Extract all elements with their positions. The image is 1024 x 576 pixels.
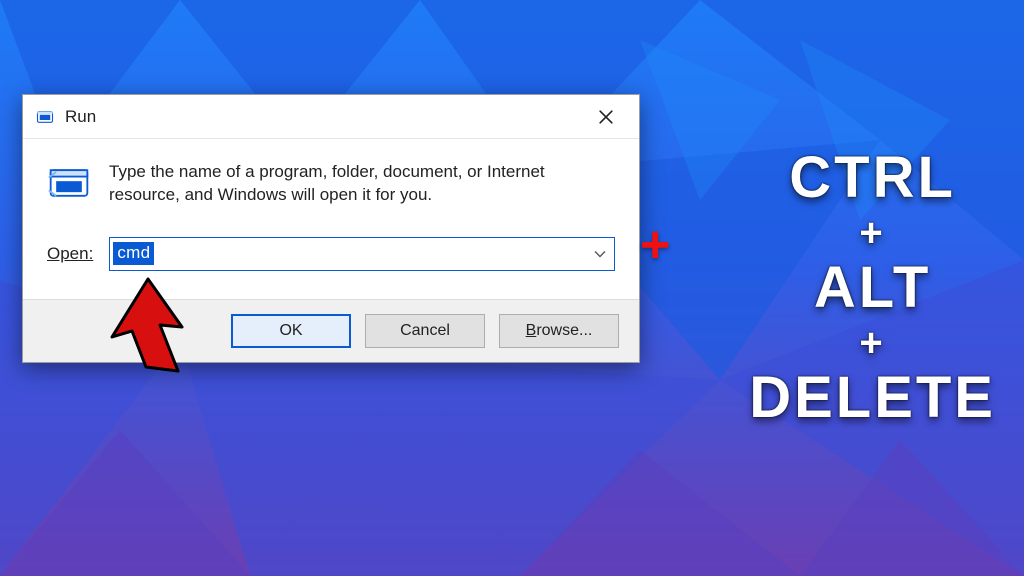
plus-sep-1: + <box>749 213 996 253</box>
plus-sep-2: + <box>749 323 996 363</box>
browse-button[interactable]: Browse... <box>499 314 619 348</box>
open-input-value[interactable]: cmd <box>113 242 154 265</box>
window-title: Run <box>65 107 583 127</box>
ok-button[interactable]: OK <box>231 314 351 348</box>
key-alt: ALT <box>749 259 996 317</box>
desktop-wallpaper: Run Type the name of a pro <box>0 0 1024 576</box>
run-dialog: Run Type the name of a pro <box>22 94 640 363</box>
dialog-description: Type the name of a program, folder, docu… <box>109 161 615 207</box>
titlebar[interactable]: Run <box>23 95 639 139</box>
key-delete: DELETE <box>749 369 996 427</box>
browse-button-label-rest: rowse... <box>536 322 592 340</box>
cancel-button[interactable]: Cancel <box>365 314 485 348</box>
chevron-down-icon[interactable] <box>594 246 606 261</box>
dialog-footer: OK Cancel Browse... <box>23 299 639 362</box>
key-combo-overlay: CTRL + ALT + DELETE <box>749 143 996 433</box>
run-icon <box>47 161 91 205</box>
close-icon <box>599 110 613 124</box>
plus-icon: + <box>640 219 670 271</box>
key-ctrl: CTRL <box>749 149 996 207</box>
run-icon <box>35 107 55 127</box>
open-combobox[interactable]: cmd <box>109 237 615 271</box>
close-button[interactable] <box>583 101 629 133</box>
open-label: Open: <box>47 244 93 264</box>
dialog-body: Type the name of a program, folder, docu… <box>23 139 639 299</box>
